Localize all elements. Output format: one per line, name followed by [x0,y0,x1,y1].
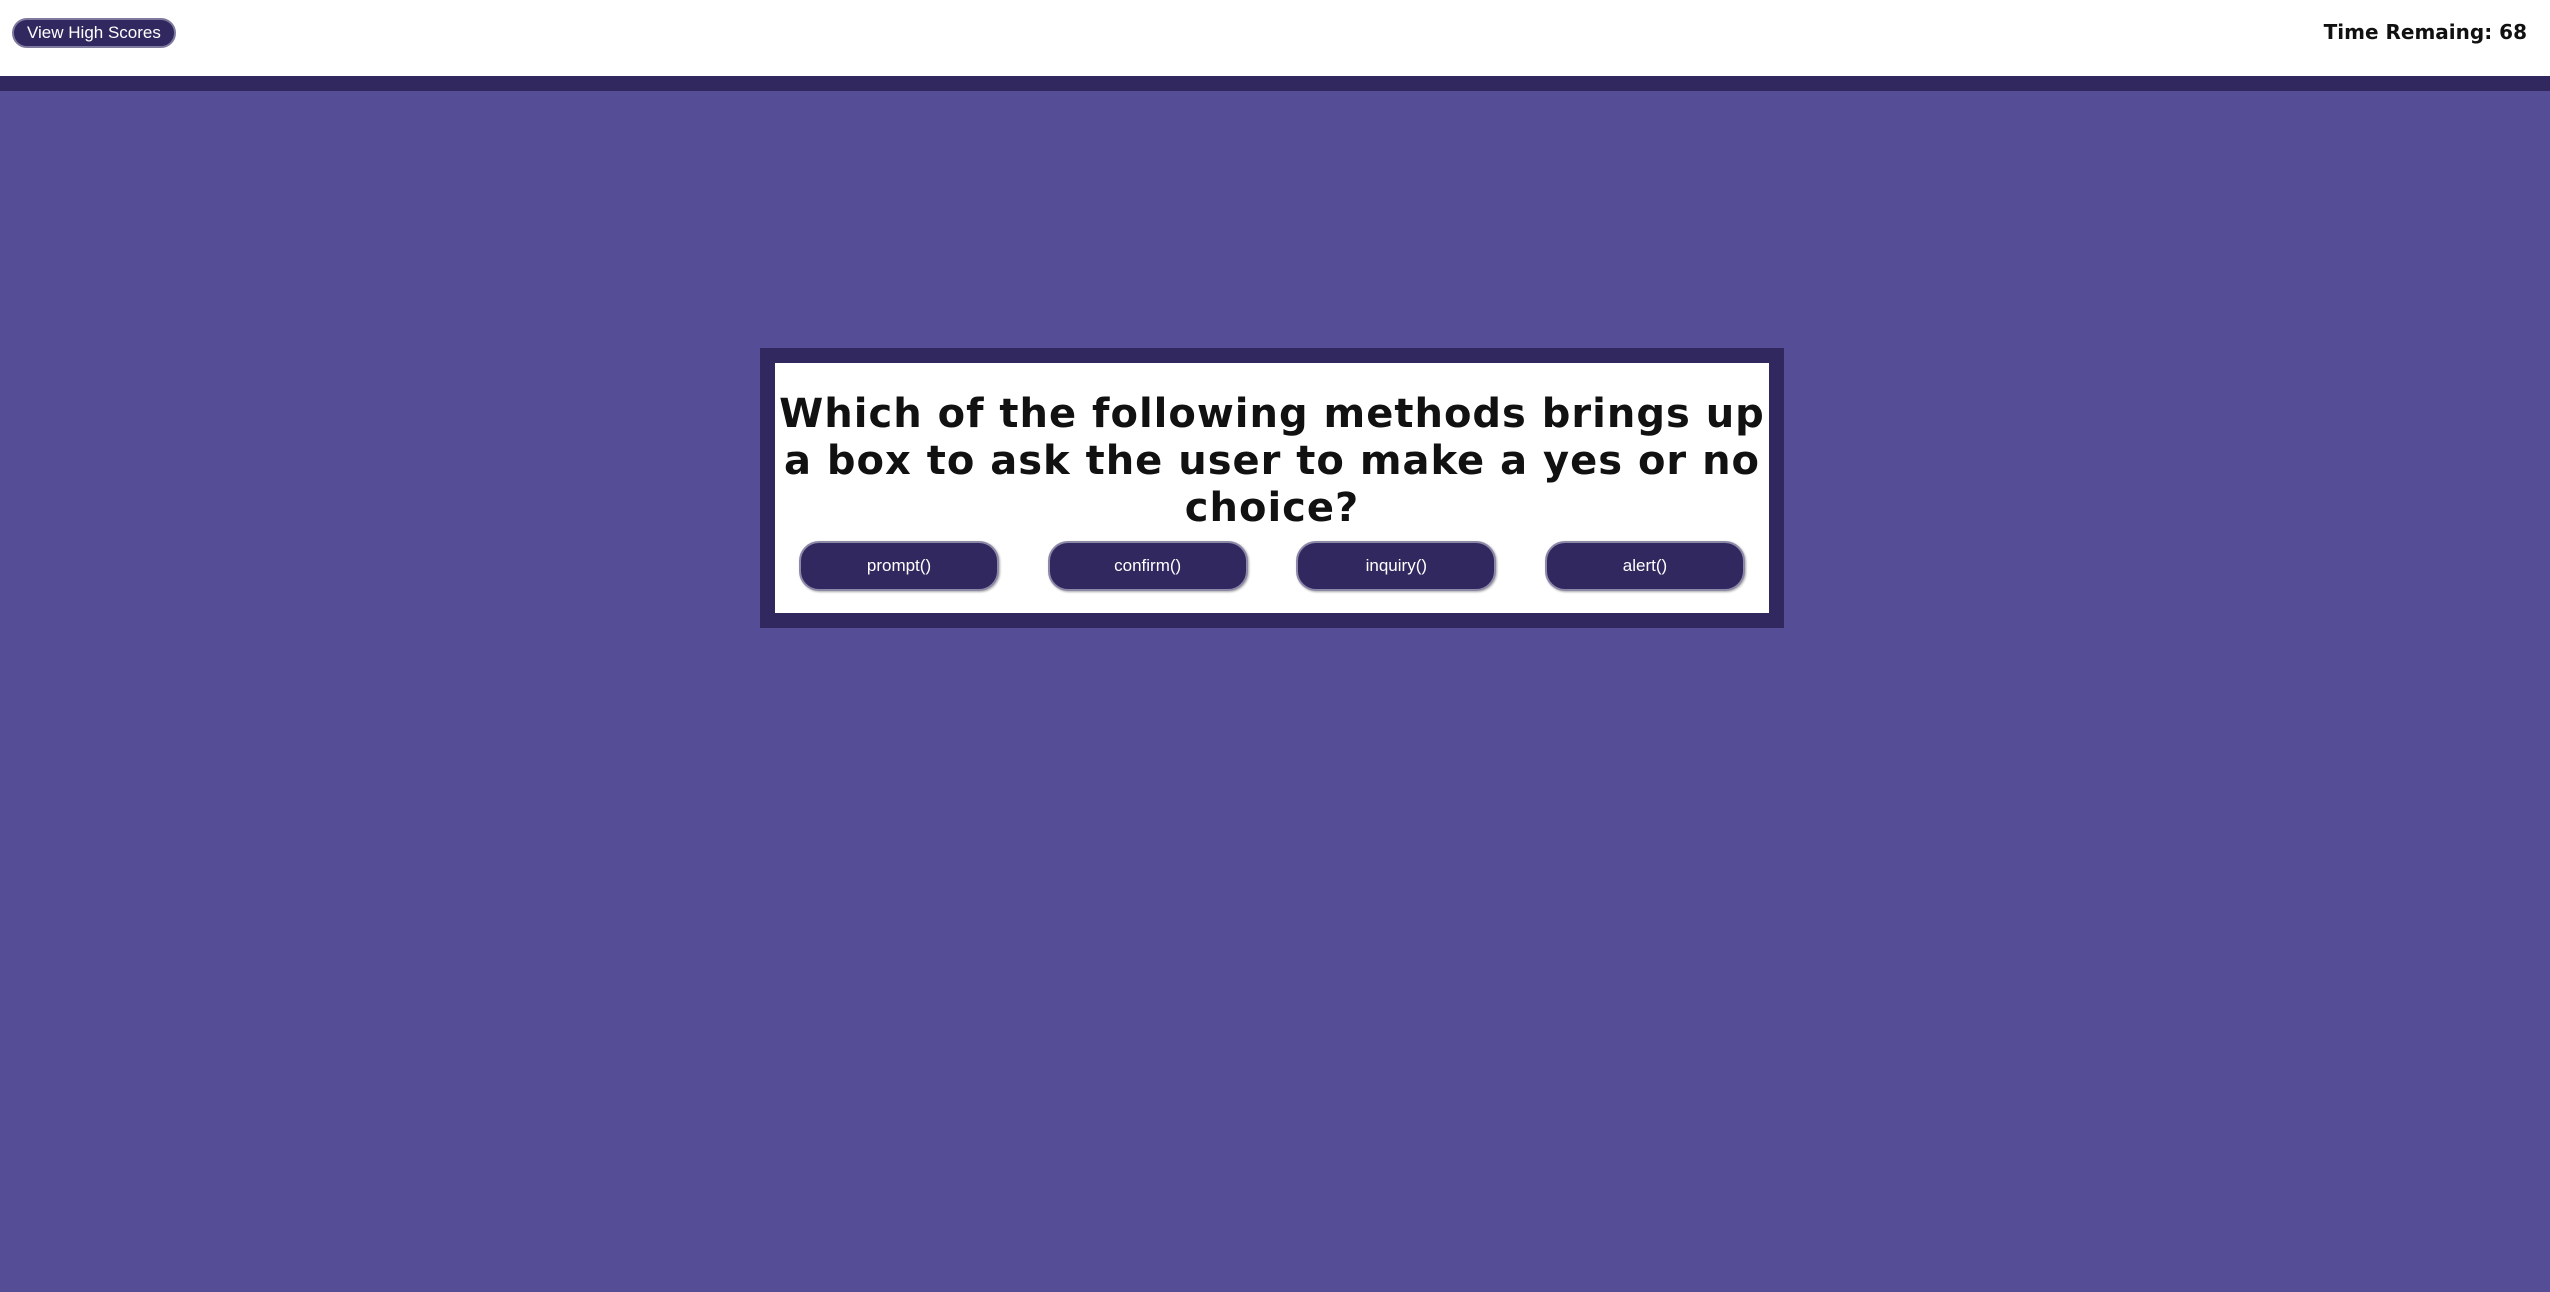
answer-button-alert[interactable]: alert() [1544,541,1745,591]
quiz-card: Which of the following methods brings up… [760,348,1784,628]
answer-options: prompt() confirm() inquiry() alert() [799,541,1745,591]
answer-button-inquiry[interactable]: inquiry() [1296,541,1497,591]
view-high-scores-button[interactable]: View High Scores [12,18,176,48]
time-remaining-label: Time Remaing: 68 [2323,20,2527,44]
answer-button-confirm[interactable]: confirm() [1047,541,1248,591]
top-header: View High Scores Time Remaing: 68 [0,0,2550,91]
question-text: Which of the following methods brings up… [779,391,1765,531]
answer-button-prompt[interactable]: prompt() [799,541,999,591]
